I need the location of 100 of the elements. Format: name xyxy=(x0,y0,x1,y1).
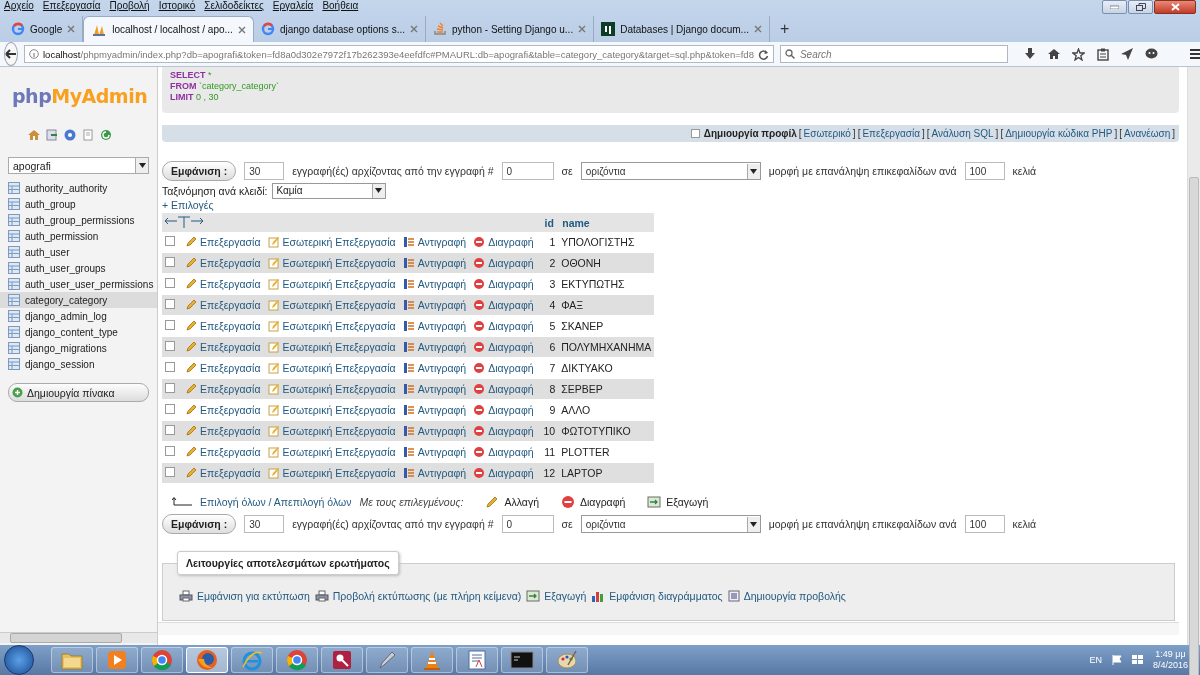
link[interactable]: Ανανέωση xyxy=(1123,128,1171,139)
menu-item[interactable]: Προβολή xyxy=(109,0,150,12)
row-action-link[interactable]: Επεξεργασία xyxy=(185,362,261,374)
bulk-action-button[interactable]: Αλλαγή xyxy=(485,495,539,509)
row-action-link[interactable]: Επεξεργασία xyxy=(185,299,261,311)
row-action-link[interactable]: Εσωτερική Επεξεργασία xyxy=(267,467,396,479)
menu-item[interactable]: Βοήθεια xyxy=(322,0,359,12)
row-action-link[interactable]: Επεξεργασία xyxy=(185,383,261,395)
row-action-link[interactable]: Διαγραφή xyxy=(473,362,534,374)
link[interactable]: Εσωτερικό xyxy=(803,128,851,139)
row-checkbox[interactable] xyxy=(165,446,175,456)
row-action-link[interactable]: Επεξεργασία xyxy=(185,404,261,416)
operation-link[interactable]: Εμφάνιση διαγράμματος xyxy=(591,590,723,602)
row-action-link[interactable]: Διαγραφή xyxy=(473,257,534,269)
row-action-link[interactable]: Διαγραφή xyxy=(473,299,534,311)
restore-button[interactable] xyxy=(1128,0,1153,14)
row-checkbox[interactable] xyxy=(165,362,175,372)
row-action-link[interactable]: Επεξεργασία xyxy=(185,446,261,458)
database-select[interactable]: apografi xyxy=(8,157,149,174)
mode-select[interactable]: οριζόντια xyxy=(580,515,761,533)
logo[interactable]: phpMyAdmin xyxy=(0,67,157,107)
row-checkbox[interactable] xyxy=(165,257,175,267)
row-action-link[interactable]: Εσωτερική Επεξεργασία xyxy=(267,425,396,437)
scrollbar-thumb[interactable] xyxy=(1189,177,1199,675)
row-action-link[interactable]: Εσωτερική Επεξεργασία xyxy=(267,383,396,395)
back-button[interactable] xyxy=(4,42,18,66)
row-action-link[interactable]: Εσωτερική Επεξεργασία xyxy=(267,404,396,416)
row-action-link[interactable]: Αντιγραφή xyxy=(402,341,467,353)
options-link[interactable]: + Επιλογές xyxy=(162,199,214,211)
repeat-headers-field[interactable]: 100 xyxy=(964,162,1005,180)
row-action-link[interactable]: Επεξεργασία xyxy=(185,467,261,479)
row-action-link[interactable]: Εσωτερική Επεξεργασία xyxy=(267,257,396,269)
row-action-link[interactable]: Αντιγραφή xyxy=(402,299,467,311)
row-checkbox[interactable] xyxy=(165,404,175,414)
row-action-link[interactable]: Αντιγραφή xyxy=(402,320,467,332)
operation-link[interactable]: Προβολή εκτύπωσης (με πλήρη κείμενα) xyxy=(314,590,522,602)
row-action-link[interactable]: Διαγραφή xyxy=(473,467,534,479)
row-action-link[interactable]: Διαγραφή xyxy=(473,320,534,332)
menu-item[interactable]: Ιστορικό xyxy=(158,0,196,12)
table-item[interactable]: auth_user xyxy=(0,244,157,260)
select-all-link[interactable]: Επιλογή όλων / Απεπιλογή όλων xyxy=(200,496,352,508)
row-action-link[interactable]: Επεξεργασία xyxy=(185,425,261,437)
table-item[interactable]: auth_user_user_permissions xyxy=(0,276,157,292)
row-action-link[interactable]: Επεξεργασία xyxy=(185,236,261,248)
start-record-field[interactable]: 0 xyxy=(501,162,554,180)
bulk-action-button[interactable]: Εξαγωγή xyxy=(647,496,709,508)
repeat-headers-field[interactable]: 100 xyxy=(964,515,1005,533)
row-checkbox[interactable] xyxy=(165,278,175,288)
row-action-link[interactable]: Εσωτερική Επεξεργασία xyxy=(267,362,396,374)
operation-link[interactable]: Εμφάνιση για εκτύπωση xyxy=(179,590,310,602)
table-item[interactable]: django_session xyxy=(0,356,157,372)
row-action-link[interactable]: Αντιγραφή xyxy=(402,467,467,479)
table-item[interactable]: auth_permission xyxy=(0,228,157,244)
start-record-field[interactable]: 0 xyxy=(501,515,554,533)
row-checkbox[interactable] xyxy=(165,425,175,435)
row-count-field[interactable]: 30 xyxy=(244,162,285,180)
row-action-link[interactable]: Αντιγραφή xyxy=(402,383,467,395)
bulk-action-button[interactable]: Διαγραφή xyxy=(561,495,626,509)
row-action-link[interactable]: Επεξεργασία xyxy=(185,278,261,290)
table-item[interactable]: authority_authority xyxy=(0,180,157,196)
taskbar-button[interactable] xyxy=(501,647,543,673)
show-button[interactable]: Εμφάνιση : xyxy=(162,514,237,534)
row-action-link[interactable]: Επεξεργασία xyxy=(185,341,261,353)
menu-item[interactable]: Εργαλεία xyxy=(272,0,314,12)
row-checkbox[interactable] xyxy=(165,383,175,393)
column-header[interactable]: name xyxy=(558,213,655,232)
row-action-link[interactable]: Διαγραφή xyxy=(473,404,534,416)
row-action-link[interactable]: Διαγραφή xyxy=(473,278,534,290)
row-action-link[interactable]: Αντιγραφή xyxy=(402,236,467,248)
table-item[interactable]: django_migrations xyxy=(0,340,157,356)
menu-item[interactable]: Επεξεργασία xyxy=(42,0,101,12)
mode-select[interactable]: οριζόντια xyxy=(580,162,761,180)
browser-tab[interactable]: localhost / localhost / apo... xyxy=(83,16,254,42)
scrollbar-thumb[interactable] xyxy=(10,633,122,643)
row-checkbox[interactable] xyxy=(165,467,175,477)
row-action-link[interactable]: Αντιγραφή xyxy=(402,257,467,269)
row-action-link[interactable]: Διαγραφή xyxy=(473,236,534,248)
menu-item[interactable]: Σελιδοδείκτες xyxy=(204,0,264,12)
taskbar-button[interactable] xyxy=(321,647,363,673)
row-action-link[interactable]: Εσωτερική Επεξεργασία xyxy=(267,446,396,458)
table-item[interactable]: category_category xyxy=(0,292,157,308)
row-action-link[interactable]: Διαγραφή xyxy=(473,341,534,353)
row-action-link[interactable]: Εσωτερική Επεξεργασία xyxy=(267,236,396,248)
row-action-link[interactable]: Εσωτερική Επεξεργασία xyxy=(267,278,396,290)
row-action-link[interactable]: Αντιγραφή xyxy=(402,446,467,458)
close-button[interactable] xyxy=(1154,0,1196,14)
search-field[interactable]: Search xyxy=(779,45,1008,63)
table-item[interactable]: auth_group_permissions xyxy=(0,212,157,228)
sort-select[interactable]: Καμία xyxy=(271,182,386,199)
row-action-link[interactable]: Διαγραφή xyxy=(473,425,534,437)
row-action-link[interactable]: Επεξεργασία xyxy=(185,320,261,332)
table-item[interactable]: django_admin_log xyxy=(0,308,157,324)
row-checkbox[interactable] xyxy=(165,299,175,309)
table-item[interactable]: django_content_type xyxy=(0,324,157,340)
row-action-link[interactable]: Διαγραφή xyxy=(473,446,534,458)
show-button[interactable]: Εμφάνιση : xyxy=(162,161,237,181)
link[interactable]: Επεξεργασία xyxy=(862,128,920,139)
row-action-link[interactable]: Αντιγραφή xyxy=(402,278,467,290)
create-table-button[interactable]: Δημιουργία πίνακα xyxy=(8,383,149,402)
row-count-field[interactable]: 30 xyxy=(244,515,285,533)
